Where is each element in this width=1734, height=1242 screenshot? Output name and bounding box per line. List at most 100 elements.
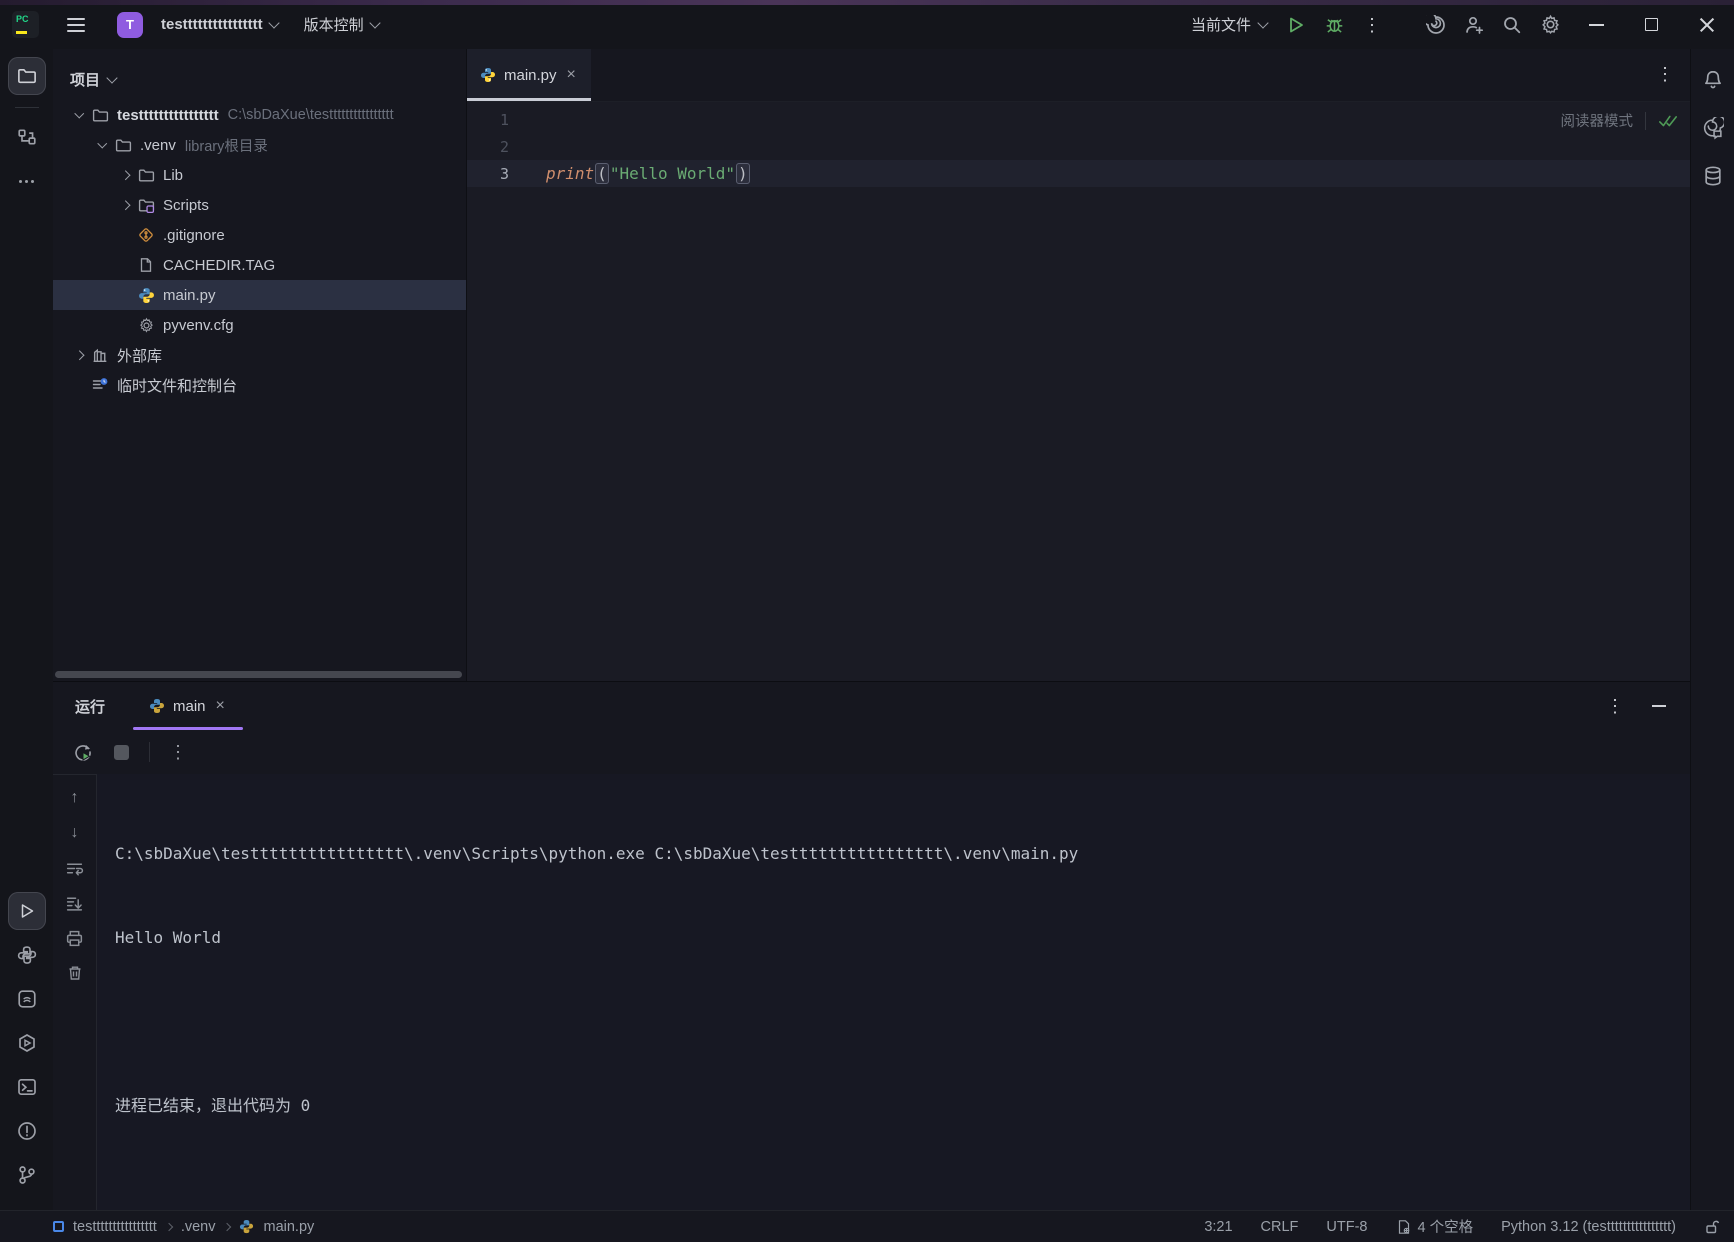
tree-item-gitignore[interactable]: .gitignore <box>53 220 466 250</box>
rerun-button[interactable] <box>67 736 99 768</box>
gear-icon <box>136 317 156 334</box>
chevron-down-icon <box>369 17 380 28</box>
cursor-position-widget[interactable]: 3:21 <box>1204 1219 1232 1235</box>
search-everywhere-button[interactable] <box>1493 8 1531 42</box>
python-packages-button[interactable] <box>8 980 46 1018</box>
pycharm-window: PC T testttttttttttttttt 版本控制 当前文件 <box>0 0 1734 1242</box>
code-editor[interactable]: 1 2 3 print("Hello World") <box>467 102 1690 681</box>
console-line: C:\sbDaXue\testttttttttttttttt\.venv\Scr… <box>115 840 1690 868</box>
tab-bar-options-button[interactable]: ⋮ <box>1656 65 1674 85</box>
soft-wrap-button[interactable] <box>63 857 87 879</box>
notifications-button[interactable] <box>1696 63 1730 97</box>
tree-item-cachedir-tag[interactable]: CACHEDIR.TAG <box>53 250 466 280</box>
vcs-widget[interactable]: 版本控制 <box>296 8 387 41</box>
gear-icon <box>1540 14 1561 35</box>
tree-item-scratches[interactable]: 临时文件和控制台 <box>53 370 466 400</box>
tree-item-project-root[interactable]: testttttttttttttttt C:\sbDaXue\testttttt… <box>53 100 466 130</box>
module-icon <box>53 1221 64 1232</box>
ai-assistant-button[interactable] <box>1417 8 1455 42</box>
more-actions-button[interactable]: ⋮ <box>1353 8 1391 42</box>
scratch-files-icon <box>90 376 110 394</box>
window-close-button[interactable] <box>1679 3 1734 47</box>
run-button[interactable] <box>1277 8 1315 42</box>
tree-item-pyvenv-cfg[interactable]: pyvenv.cfg <box>53 310 466 340</box>
chevron-right-icon <box>165 1222 173 1230</box>
gitignore-icon <box>136 226 156 244</box>
run-tool-window-header: 运行 main × ⋮ <box>53 682 1690 730</box>
tree-item-lib[interactable]: Lib <box>53 160 466 190</box>
hide-tool-window-button[interactable] <box>1642 691 1676 721</box>
status-bar: testttttttttttttttt .venv main.py 3:21 C… <box>0 1210 1734 1242</box>
editor-tab-bar: main.py × ⋮ <box>467 49 1690 102</box>
problems-tool-window-button[interactable] <box>8 1112 46 1150</box>
folder-icon <box>136 167 156 184</box>
vcs-label: 版本控制 <box>304 14 364 35</box>
breadcrumb-project[interactable]: testttttttttttttttt <box>73 1219 157 1235</box>
structure-tool-window-button[interactable] <box>8 118 46 156</box>
run-console-output[interactable]: C:\sbDaXue\testttttttttttttttt\.venv\Scr… <box>97 774 1690 1210</box>
run-tool-window-button[interactable] <box>8 892 46 930</box>
close-tab-icon[interactable]: × <box>214 697 227 715</box>
interpreter-widget[interactable]: Python 3.12 (testttttttttttttttt) <box>1501 1219 1676 1235</box>
chevron-right-icon[interactable] <box>68 352 90 359</box>
person-add-icon <box>1464 15 1484 35</box>
ai-assistant-tool-window-button[interactable] <box>1696 111 1730 145</box>
chevron-down-icon[interactable] <box>91 143 113 147</box>
project-widget[interactable]: testttttttttttttttt <box>153 10 286 39</box>
kebab-icon: ⋮ <box>1363 16 1381 34</box>
editor-tab-main-py[interactable]: main.py × <box>467 49 591 101</box>
right-tool-window-bar <box>1690 49 1734 1210</box>
code-with-me-button[interactable] <box>1455 8 1493 42</box>
prev-occurrence-button[interactable]: ↑ <box>63 787 87 809</box>
print-button[interactable] <box>63 927 87 949</box>
python-file-icon <box>480 67 496 83</box>
run-configuration-selector[interactable]: 当前文件 <box>1181 8 1277 41</box>
close-paren-token: ) <box>736 163 750 184</box>
next-occurrence-button[interactable]: ↓ <box>63 822 87 844</box>
run-tool-window-title[interactable]: 运行 <box>75 696 105 717</box>
window-minimize-button[interactable] <box>1569 3 1624 47</box>
chevron-right-icon[interactable] <box>114 172 136 179</box>
more-tool-windows-button[interactable] <box>8 162 46 200</box>
clear-console-button[interactable] <box>63 962 87 984</box>
line-separator-widget[interactable]: CRLF <box>1261 1219 1299 1235</box>
tree-item-venv[interactable]: .venv library根目录 <box>53 130 466 160</box>
breadcrumb-file[interactable]: main.py <box>263 1219 314 1235</box>
version-control-tool-window-button[interactable] <box>8 1156 46 1194</box>
chevron-right-icon <box>223 1222 231 1230</box>
python-file-icon <box>136 287 156 304</box>
services-tool-window-button[interactable] <box>8 1024 46 1062</box>
terminal-tool-window-button[interactable] <box>8 1068 46 1106</box>
database-tool-window-button[interactable] <box>1696 159 1730 193</box>
lock-widget[interactable] <box>1704 1219 1720 1235</box>
window-maximize-button[interactable] <box>1624 3 1679 47</box>
project-tool-window-button[interactable] <box>8 57 46 95</box>
breadcrumb-venv[interactable]: .venv <box>181 1219 216 1235</box>
stop-button[interactable] <box>105 736 137 768</box>
chevron-right-icon[interactable] <box>114 202 136 209</box>
chevron-down-icon[interactable] <box>68 113 90 117</box>
horizontal-scrollbar[interactable] <box>55 671 462 678</box>
close-tab-icon[interactable]: × <box>565 66 578 84</box>
indent-file-icon <box>1396 1219 1412 1235</box>
settings-button[interactable] <box>1531 8 1569 42</box>
project-name: testttttttttttttttt <box>161 16 263 33</box>
debug-button[interactable] <box>1315 8 1353 42</box>
play-icon <box>18 902 36 920</box>
run-tab-main[interactable]: main × <box>133 682 243 730</box>
tool-window-options-button[interactable]: ⋮ <box>1598 691 1632 721</box>
title-bar: PC T testttttttttttttttt 版本控制 当前文件 <box>0 0 1734 49</box>
pycharm-logo-icon: PC <box>12 11 39 38</box>
project-panel-header[interactable]: 项目 <box>53 49 466 100</box>
tree-item-main-py[interactable]: main.py <box>53 280 466 310</box>
tree-item-scripts[interactable]: Scripts <box>53 190 466 220</box>
tree-item-external-libraries[interactable]: 外部库 <box>53 340 466 370</box>
stop-icon <box>114 745 129 760</box>
console-more-button[interactable]: ⋮ <box>162 736 194 768</box>
reader-mode-widget[interactable]: 阅读器模式 <box>1561 110 1679 131</box>
indent-widget[interactable]: 4 个空格 <box>1396 1216 1474 1237</box>
encoding-widget[interactable]: UTF-8 <box>1326 1219 1367 1235</box>
scroll-to-end-button[interactable] <box>63 892 87 914</box>
main-menu-button[interactable] <box>57 8 95 42</box>
python-console-button[interactable] <box>8 936 46 974</box>
